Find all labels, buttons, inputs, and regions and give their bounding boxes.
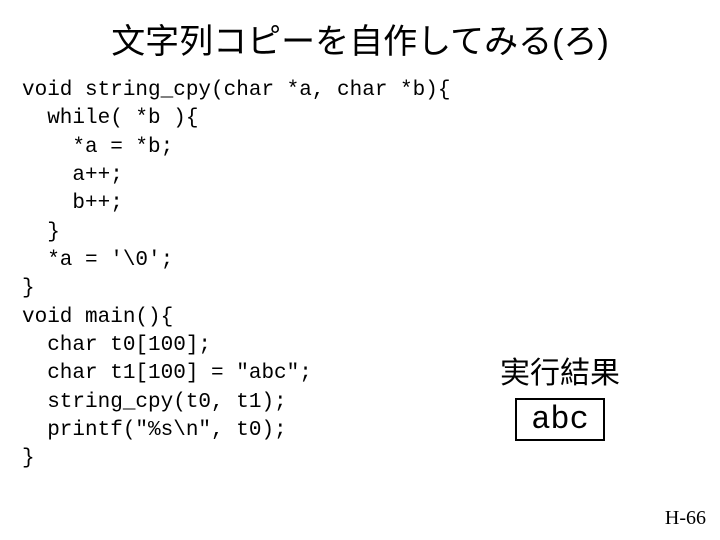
result-area: 実行結果 abc: [500, 348, 620, 441]
result-label: 実行結果: [500, 348, 620, 392]
result-output: abc: [515, 398, 605, 441]
slide-title: 文字列コピーを自作してみる(ろ): [0, 0, 720, 71]
page-number: H-66: [665, 507, 706, 530]
